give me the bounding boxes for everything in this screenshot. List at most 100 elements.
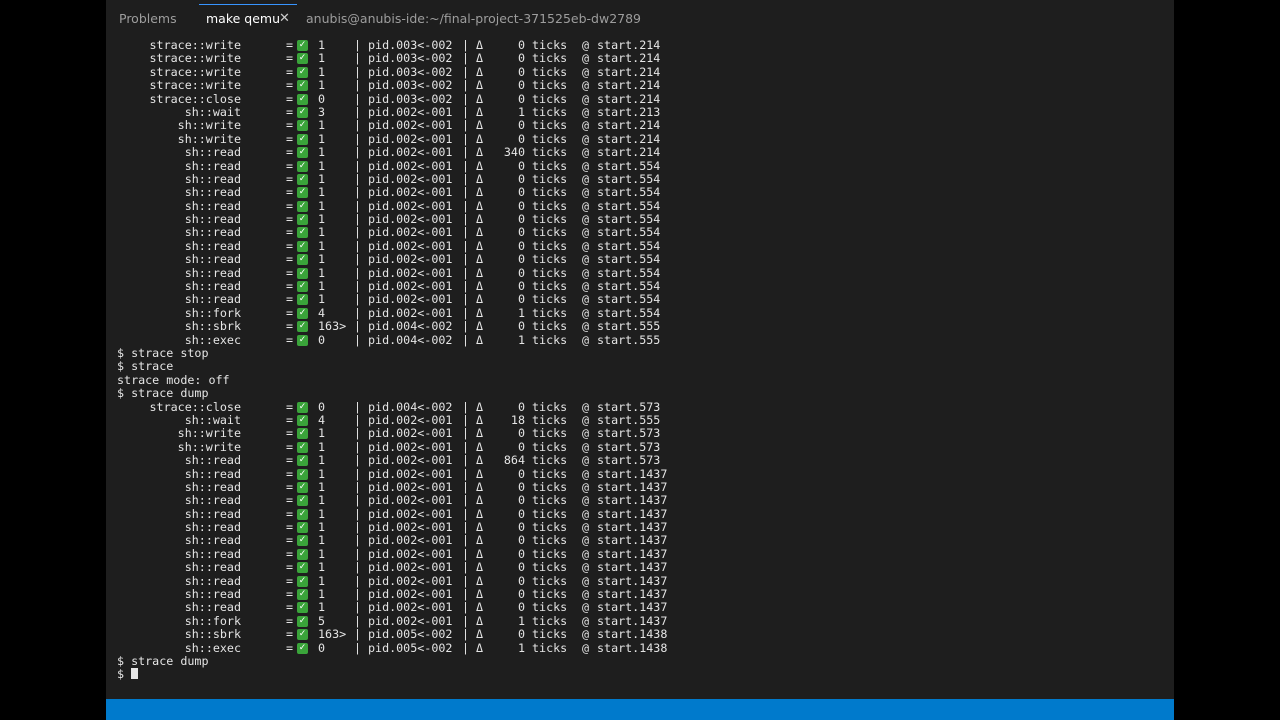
delta-symbol: Δ bbox=[476, 38, 484, 52]
strace-line: strace::write = ✓ 1 | pid.003<-002 | Δ 0 ticks @ st… bbox=[117, 78, 1157, 93]
separator: | bbox=[462, 91, 470, 106]
separator: | bbox=[354, 533, 362, 548]
syscall-name: sh::read bbox=[184, 171, 241, 186]
equals-sign: = bbox=[286, 305, 294, 320]
delta-symbol: Δ bbox=[476, 412, 484, 427]
tick-count: 340 bbox=[503, 145, 525, 160]
pid-label: pid.002<-001 bbox=[368, 198, 453, 213]
equals-sign: = bbox=[286, 265, 294, 280]
separator: | bbox=[354, 212, 362, 227]
command-text: $ strace dump bbox=[117, 653, 209, 668]
check-icon: ✓ bbox=[297, 214, 308, 226]
at-sign: @ bbox=[582, 560, 590, 575]
pid-label: pid.005<-002 bbox=[368, 640, 453, 655]
check-icon: ✓ bbox=[297, 187, 308, 199]
start-label: start.555 bbox=[597, 332, 661, 347]
delta-symbol: Δ bbox=[476, 198, 484, 213]
at-sign: @ bbox=[582, 198, 590, 213]
tab-terminal-path[interactable]: anubis@anubis-ide:~/final-project-371525… bbox=[306, 5, 641, 33]
return-value: 1 bbox=[318, 38, 326, 52]
pid-label: pid.002<-001 bbox=[368, 145, 453, 160]
tab-make-qemu[interactable]: make qemu bbox=[206, 5, 280, 33]
delta-symbol: Δ bbox=[476, 118, 484, 133]
strace-line: sh::read = ✓ 1 | pid.002<-001 | Δ 340 ticks @ start… bbox=[117, 145, 1157, 160]
start-label: start.1437 bbox=[597, 506, 668, 521]
equals-sign: = bbox=[286, 145, 294, 160]
ticks-label: ticks bbox=[532, 171, 568, 186]
separator: | bbox=[462, 238, 470, 253]
ticks-label: ticks bbox=[532, 305, 568, 320]
return-value: 0 bbox=[318, 640, 326, 655]
start-label: start.1437 bbox=[597, 493, 668, 508]
check-icon: ✓ bbox=[297, 535, 308, 547]
return-value: 1 bbox=[318, 466, 326, 481]
pid-label: pid.003<-002 bbox=[368, 38, 453, 52]
separator: | bbox=[354, 600, 362, 615]
check-icon: ✓ bbox=[297, 548, 308, 560]
ticks-label: ticks bbox=[532, 91, 568, 106]
check-icon: ✓ bbox=[297, 441, 308, 453]
check-icon: ✓ bbox=[297, 642, 308, 654]
check-icon: ✓ bbox=[297, 414, 308, 426]
at-sign: @ bbox=[582, 104, 590, 119]
separator: | bbox=[462, 533, 470, 548]
strace-line: sh::read = ✓ 1 | pid.002<-001 | Δ 0 ticks @ start.1… bbox=[117, 466, 1157, 481]
check-icon: ✓ bbox=[297, 321, 308, 333]
syscall-name: sh::write bbox=[177, 118, 241, 133]
strace-line: sh::read = ✓ 1 | pid.002<-001 | Δ 0 ticks @ start.5… bbox=[117, 238, 1157, 253]
check-icon: ✓ bbox=[297, 133, 308, 145]
command-text: strace mode: off bbox=[117, 372, 230, 387]
return-value: 1 bbox=[318, 573, 326, 588]
start-label: start.554 bbox=[597, 252, 661, 267]
return-value: 4 bbox=[318, 305, 326, 320]
tick-count: 0 bbox=[517, 131, 525, 146]
separator: | bbox=[462, 171, 470, 186]
ticks-label: ticks bbox=[532, 64, 568, 79]
check-icon: ✓ bbox=[297, 495, 308, 507]
terminal-prompt-line[interactable]: $ bbox=[117, 668, 1157, 681]
start-label: start.554 bbox=[597, 185, 661, 200]
equals-sign: = bbox=[286, 613, 294, 628]
check-icon: ✓ bbox=[297, 468, 308, 480]
return-value: 1 bbox=[318, 453, 326, 468]
start-label: start.214 bbox=[597, 64, 661, 79]
delta-symbol: Δ bbox=[476, 158, 484, 173]
separator: | bbox=[354, 587, 362, 602]
close-icon[interactable]: ✕ bbox=[279, 5, 290, 33]
check-icon: ✓ bbox=[297, 53, 308, 65]
pid-label: pid.002<-001 bbox=[368, 279, 453, 294]
tick-count: 0 bbox=[517, 399, 525, 414]
syscall-name: sh::read bbox=[184, 292, 241, 307]
ticks-label: ticks bbox=[532, 78, 568, 93]
syscall-name: sh::exec bbox=[184, 332, 241, 347]
at-sign: @ bbox=[582, 305, 590, 320]
separator: | bbox=[354, 506, 362, 521]
tab-problems[interactable]: Problems bbox=[119, 5, 177, 33]
strace-line: sh::read = ✓ 1 | pid.002<-001 | Δ 0 ticks @ start.1… bbox=[117, 600, 1157, 615]
separator: | bbox=[462, 104, 470, 119]
return-value: 1 bbox=[318, 51, 326, 66]
strace-line: sh::sbrk = ✓ 163> | pid.005<-002 | Δ 0 ticks @ star… bbox=[117, 627, 1157, 642]
strace-line: sh::read = ✓ 1 | pid.002<-001 | Δ 0 ticks @ start.1… bbox=[117, 587, 1157, 602]
at-sign: @ bbox=[582, 506, 590, 521]
pid-label: pid.002<-001 bbox=[368, 613, 453, 628]
return-value: 1 bbox=[318, 479, 326, 494]
separator: | bbox=[354, 332, 362, 347]
syscall-name: sh::fork bbox=[184, 613, 241, 628]
return-value: 1 bbox=[318, 238, 326, 253]
pid-label: pid.002<-001 bbox=[368, 252, 453, 267]
separator: | bbox=[462, 265, 470, 280]
separator: | bbox=[462, 627, 470, 642]
check-icon: ✓ bbox=[297, 80, 308, 92]
at-sign: @ bbox=[582, 600, 590, 615]
pid-label: pid.002<-001 bbox=[368, 560, 453, 575]
terminal-output[interactable]: strace::write = ✓ 1 | pid.003<-002 | Δ 0 ticks @ st… bbox=[117, 38, 1157, 689]
separator: | bbox=[354, 546, 362, 561]
ide-window: Problems make qemu ✕ anubis@anubis-ide:~… bbox=[106, 0, 1174, 720]
tick-count: 1 bbox=[517, 640, 525, 655]
ticks-label: ticks bbox=[532, 198, 568, 213]
syscall-name: sh::read bbox=[184, 600, 241, 615]
at-sign: @ bbox=[582, 453, 590, 468]
strace-line: sh::write = ✓ 1 | pid.002<-001 | Δ 0 ticks @ start.… bbox=[117, 426, 1157, 440]
command-text: $ strace stop bbox=[117, 345, 209, 360]
